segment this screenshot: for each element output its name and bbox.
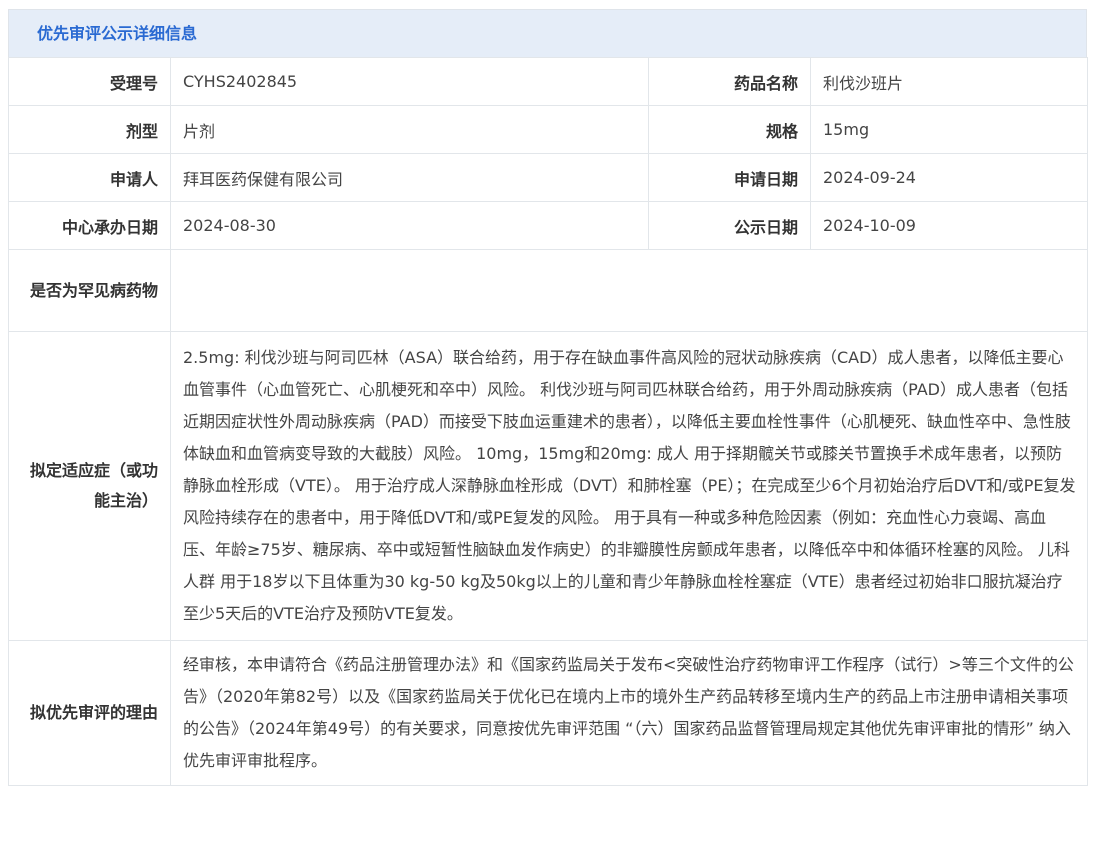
detail-panel: 优先审评公示详细信息 受理号 CYHS2402845 药品名称 利伐沙班片 剂型… — [8, 9, 1088, 786]
applicant-label: 申请人 — [8, 153, 171, 202]
apply-date-value: 2024-09-24 — [810, 153, 1088, 202]
acceptance-no-value: CYHS2402845 — [170, 57, 649, 106]
reason-value: 经审核，本申请符合《药品注册管理办法》和《国家药监局关于发布<突破性治疗药物审评… — [170, 640, 1088, 786]
reason-label: 拟优先审评的理由 — [8, 640, 171, 786]
table-row: 申请人 拜耳医药保健有限公司 申请日期 2024-09-24 — [8, 153, 1088, 202]
indication-value: 2.5mg: 利伐沙班与阿司匹林（ASA）联合给药，用于存在缺血事件高风险的冠状… — [170, 331, 1088, 641]
drug-name-label: 药品名称 — [648, 57, 811, 106]
publish-date-value: 2024-10-09 — [810, 201, 1088, 250]
rare-disease-label: 是否为罕见病药物 — [8, 249, 171, 332]
detail-table: 受理号 CYHS2402845 药品名称 利伐沙班片 剂型 片剂 规格 15mg… — [8, 57, 1088, 786]
dosage-form-value: 片剂 — [170, 105, 649, 154]
panel-title: 优先审评公示详细信息 — [8, 9, 1087, 57]
table-row: 拟定适应症（或功能主治） 2.5mg: 利伐沙班与阿司匹林（ASA）联合给药，用… — [8, 331, 1088, 641]
acceptance-no-label: 受理号 — [8, 57, 171, 106]
specification-value: 15mg — [810, 105, 1088, 154]
center-date-label: 中心承办日期 — [8, 201, 171, 250]
table-row: 拟优先审评的理由 经审核，本申请符合《药品注册管理办法》和《国家药监局关于发布<… — [8, 640, 1088, 786]
table-row: 是否为罕见病药物 — [8, 249, 1088, 332]
center-date-value: 2024-08-30 — [170, 201, 649, 250]
dosage-form-label: 剂型 — [8, 105, 171, 154]
drug-name-value: 利伐沙班片 — [810, 57, 1088, 106]
table-row: 中心承办日期 2024-08-30 公示日期 2024-10-09 — [8, 201, 1088, 250]
apply-date-label: 申请日期 — [648, 153, 811, 202]
publish-date-label: 公示日期 — [648, 201, 811, 250]
table-row: 受理号 CYHS2402845 药品名称 利伐沙班片 — [8, 57, 1088, 106]
table-row: 剂型 片剂 规格 15mg — [8, 105, 1088, 154]
applicant-value: 拜耳医药保健有限公司 — [170, 153, 649, 202]
rare-disease-value — [170, 249, 1088, 332]
specification-label: 规格 — [648, 105, 811, 154]
indication-label: 拟定适应症（或功能主治） — [8, 331, 171, 641]
